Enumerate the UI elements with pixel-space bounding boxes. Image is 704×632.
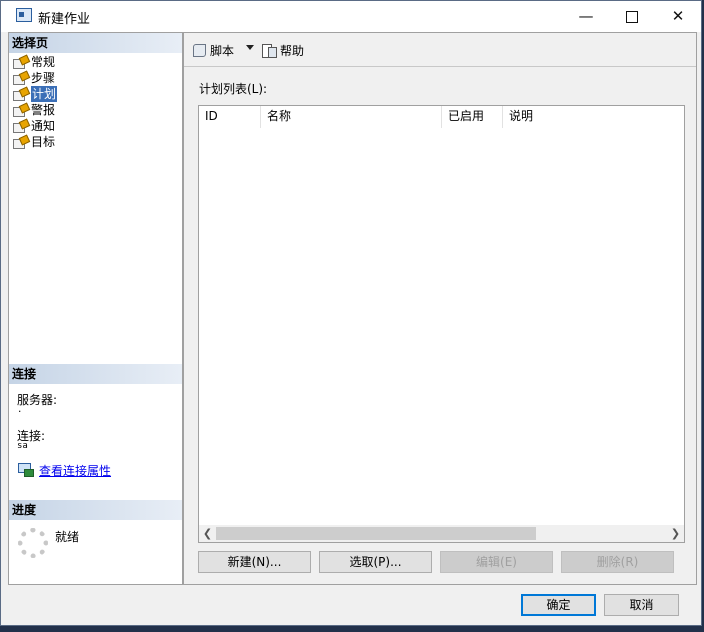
close-button[interactable]: ✕	[655, 1, 701, 32]
server-label: 服务器:	[17, 393, 58, 407]
page-icon	[12, 136, 28, 149]
scroll-left-icon[interactable]: ❮	[199, 525, 216, 542]
connection-header: 连接	[9, 364, 182, 384]
ok-button[interactable]: 确定	[521, 594, 596, 616]
column-header-description[interactable]: 说明	[503, 106, 684, 128]
left-panel: 选择页 常规 步骤 计划 警报 通知 目标 连接 服务器: . 连接: sa 查看连接属性…	[8, 32, 183, 585]
page-item[interactable]: 通知	[12, 118, 57, 134]
page-label: 常规	[31, 55, 56, 69]
schedule-list[interactable]: ID 名称 已启用 说明 ❮ ❯	[198, 105, 685, 543]
maximize-icon	[626, 10, 638, 23]
schedule-list-label: 计划列表(L):	[199, 82, 268, 96]
cancel-button[interactable]: 取消	[604, 594, 679, 616]
select-page-header: 选择页	[9, 33, 182, 53]
page-label: 通知	[31, 119, 56, 133]
pick-schedule-button[interactable]: 选取(P)...	[319, 551, 432, 573]
toolbar: 脚本 帮助	[184, 33, 696, 67]
progress-spinner-icon	[18, 528, 48, 558]
new-schedule-button[interactable]: 新建(N)...	[198, 551, 311, 573]
page-icon	[12, 104, 28, 117]
page-icon	[12, 120, 28, 133]
column-header-id[interactable]: ID	[199, 106, 261, 128]
right-panel: 脚本 帮助 计划列表(L): ID 名称 已启用 说明 ❮ ❯ 新建(N)...…	[183, 32, 697, 585]
script-button[interactable]: 脚本	[192, 42, 234, 58]
title-bar: 新建作业 — ✕	[1, 1, 701, 32]
page-list: 常规步骤 计划 警报通知目标	[12, 54, 58, 150]
connection-properties-icon	[18, 463, 34, 477]
scroll-right-icon[interactable]: ❯	[667, 525, 684, 542]
page-icon	[12, 88, 28, 101]
delete-schedule-button[interactable]: 删除(R)	[561, 551, 674, 573]
column-header-name[interactable]: 名称	[261, 106, 442, 128]
help-button[interactable]: 帮助	[262, 42, 304, 58]
help-label: 帮助	[280, 43, 305, 58]
connection-value: sa	[17, 441, 28, 451]
server-value: .	[17, 405, 23, 415]
schedule-content: 计划列表(L): ID 名称 已启用 说明 ❮ ❯ 新建(N)... 选取(P)…	[184, 67, 696, 584]
maximize-button[interactable]	[609, 1, 655, 32]
page-item[interactable]: 计划	[12, 86, 58, 102]
page-label: 警报	[31, 103, 56, 117]
script-icon	[192, 43, 207, 57]
app-icon	[16, 8, 32, 22]
page-item[interactable]: 步骤	[12, 70, 57, 86]
help-icon	[262, 43, 277, 58]
progress-header: 进度	[9, 500, 182, 520]
page-icon	[12, 56, 28, 69]
page-icon	[12, 72, 28, 85]
view-connection-properties-link[interactable]: 查看连接属性	[39, 462, 111, 479]
scroll-thumb[interactable]	[216, 527, 536, 540]
page-item[interactable]: 警报	[12, 102, 57, 118]
horizontal-scrollbar[interactable]: ❮ ❯	[199, 525, 684, 542]
minimize-button[interactable]: —	[563, 1, 609, 32]
page-label: 目标	[31, 135, 56, 149]
page-label: 步骤	[31, 71, 56, 85]
edit-schedule-button[interactable]: 编辑(E)	[440, 551, 553, 573]
page-item[interactable]: 常规	[12, 54, 57, 70]
script-dropdown-arrow-icon[interactable]	[246, 45, 254, 50]
column-header-enabled[interactable]: 已启用	[442, 106, 503, 128]
page-item[interactable]: 目标	[12, 134, 57, 150]
window-title: 新建作业	[38, 12, 91, 27]
new-job-dialog: 新建作业 — ✕ 选择页 常规 步骤 计划 警报 通知 目标 连接 服务器: . 连接: …	[0, 0, 702, 626]
script-label: 脚本	[210, 43, 235, 58]
progress-status: 就绪	[55, 530, 80, 544]
page-label: 计划	[31, 86, 58, 102]
